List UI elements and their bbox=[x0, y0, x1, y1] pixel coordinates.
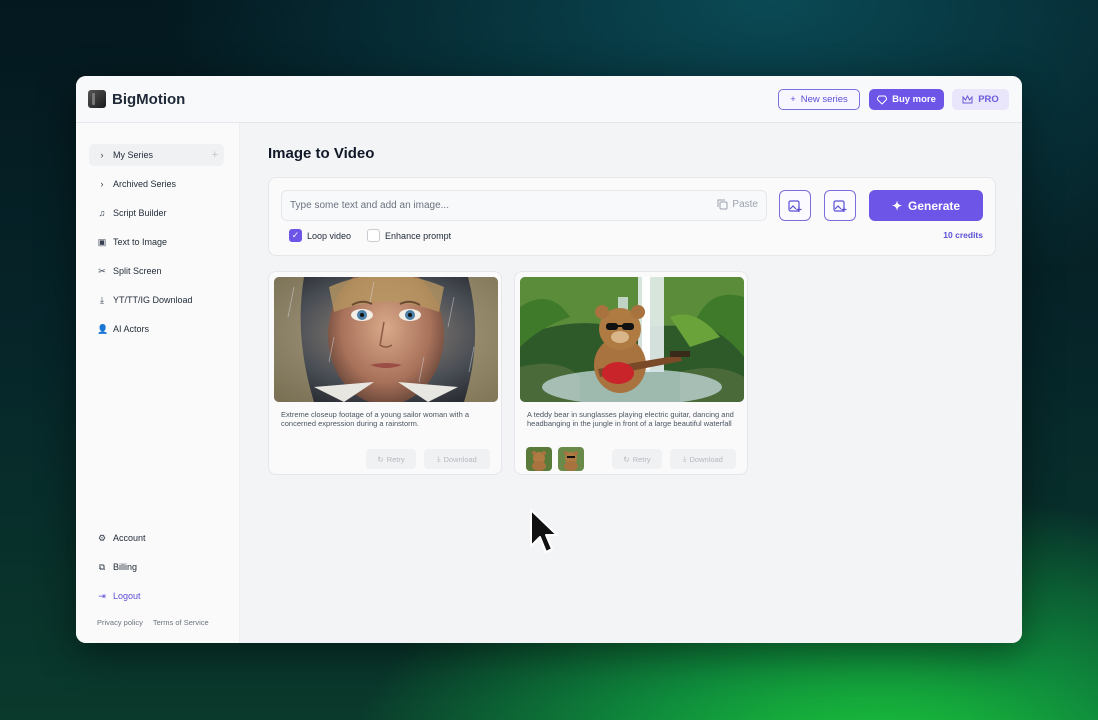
terms-of-service-link[interactable]: Terms of Service bbox=[153, 618, 209, 627]
download-icon: ⤓ bbox=[437, 454, 441, 463]
script-icon: ♫ bbox=[98, 208, 106, 218]
sidebar-item-label: AI Actors bbox=[113, 324, 150, 334]
add-start-image-button[interactable] bbox=[779, 190, 811, 221]
sidebar-item-split-screen[interactable]: ✂ Split Screen bbox=[89, 260, 224, 282]
generate-label: Generate bbox=[908, 198, 961, 213]
sidebar-item-label: Text to Image bbox=[113, 237, 168, 247]
main-content: Image to Video Paste ✦ Generate bbox=[241, 123, 1022, 643]
privacy-policy-link[interactable]: Privacy policy bbox=[97, 618, 143, 627]
generate-button[interactable]: ✦ Generate bbox=[869, 190, 983, 221]
chevron-right-icon: › bbox=[100, 179, 104, 189]
refresh-icon: ↻ bbox=[377, 454, 384, 464]
video-card: Extreme closeup footage of a young sailo… bbox=[268, 271, 502, 475]
sidebar-item-label: Script Builder bbox=[113, 208, 167, 218]
scissors-icon: ✂ bbox=[98, 265, 106, 276]
enhance-prompt-checkbox[interactable]: Enhance prompt bbox=[367, 229, 451, 242]
sparkle-icon: ✦ bbox=[891, 198, 903, 213]
user-plus-icon: 👤 bbox=[97, 323, 109, 334]
sidebar-item-label: Billing bbox=[113, 562, 138, 572]
teddy-bear-image bbox=[520, 277, 744, 402]
retry-button[interactable]: ↻ Retry bbox=[366, 449, 416, 469]
chevron-right-icon: › bbox=[100, 150, 104, 160]
loop-video-checkbox[interactable]: ✓ Loop video bbox=[289, 229, 351, 242]
sidebar-item-archived-series[interactable]: › Archived Series bbox=[89, 173, 224, 195]
sidebar-item-label: My Series bbox=[113, 150, 154, 160]
buy-more-button[interactable]: Buy more bbox=[869, 89, 944, 110]
download-label: Download bbox=[689, 454, 723, 464]
download-icon: ⤓ bbox=[100, 294, 104, 305]
download-button[interactable]: ⤓ Download bbox=[424, 449, 490, 469]
source-image-thumbnail[interactable] bbox=[526, 447, 552, 471]
sidebar-item-label: Split Screen bbox=[113, 266, 162, 276]
paste-button[interactable]: Paste bbox=[717, 199, 758, 210]
credits-count: 10 credits bbox=[943, 230, 983, 240]
retry-button[interactable]: ↻ Retry bbox=[612, 449, 662, 469]
video-thumbnail[interactable] bbox=[274, 277, 498, 402]
sidebar-item-my-series[interactable]: › My Series + bbox=[89, 144, 224, 166]
new-series-label: New series bbox=[800, 94, 848, 105]
logo[interactable]: BigMotion bbox=[88, 90, 185, 108]
sailor-woman-image bbox=[274, 277, 498, 402]
download-icon: ⤓ bbox=[683, 454, 687, 463]
checkbox-unchecked[interactable] bbox=[367, 229, 381, 242]
sidebar-item-billing[interactable]: ⧉ Billing bbox=[89, 556, 224, 578]
add-series-icon[interactable]: + bbox=[212, 149, 218, 161]
page-title: Image to Video bbox=[268, 145, 375, 162]
loop-video-label: Loop video bbox=[307, 230, 352, 241]
retry-label: Retry bbox=[386, 454, 405, 464]
diamond-icon bbox=[877, 95, 888, 105]
sidebar: › My Series + › Archived Series ♫ Script… bbox=[76, 123, 240, 643]
sidebar-item-logout[interactable]: ⇥ Logout bbox=[89, 585, 224, 607]
sidebar-item-download[interactable]: ⤓ YT/TT/IG Download bbox=[89, 289, 224, 311]
video-thumbnail[interactable] bbox=[520, 277, 744, 402]
pro-button[interactable]: PRO bbox=[952, 89, 1009, 110]
download-button[interactable]: ⤓ Download bbox=[670, 449, 736, 469]
logout-icon: ⇥ bbox=[98, 590, 106, 601]
billing-icon: ⧉ bbox=[98, 561, 106, 572]
sidebar-item-label: YT/TT/IG Download bbox=[113, 295, 193, 305]
image-icon: ▣ bbox=[97, 236, 107, 247]
video-caption: Extreme closeup footage of a young sailo… bbox=[281, 410, 470, 429]
prompt-input[interactable] bbox=[290, 200, 700, 211]
buy-more-label: Buy more bbox=[892, 94, 936, 105]
app-name: BigMotion bbox=[112, 90, 186, 108]
enhance-prompt-label: Enhance prompt bbox=[385, 230, 452, 241]
sidebar-item-text-to-image[interactable]: ▣ Text to Image bbox=[89, 231, 224, 253]
video-caption: A teddy bear in sunglasses playing elect… bbox=[527, 410, 734, 429]
teddy-bear-thumb bbox=[526, 447, 552, 471]
mouse-cursor-icon bbox=[530, 509, 558, 553]
crown-icon bbox=[962, 95, 973, 104]
sidebar-item-script-builder[interactable]: ♫ Script Builder bbox=[89, 202, 224, 224]
logo-icon bbox=[88, 90, 106, 108]
video-card: A teddy bear in sunglasses playing elect… bbox=[514, 271, 748, 475]
sidebar-item-account[interactable]: ⚙ Account bbox=[89, 527, 224, 549]
image-add-icon bbox=[788, 199, 802, 212]
sidebar-item-label: Archived Series bbox=[113, 179, 177, 189]
add-end-image-button[interactable] bbox=[824, 190, 856, 221]
new-series-button[interactable]: + New series bbox=[778, 89, 860, 110]
teddy-bear-thumb bbox=[558, 447, 584, 471]
footer-links: Privacy policy Terms of Service bbox=[97, 618, 209, 627]
checkbox-checked[interactable]: ✓ bbox=[289, 229, 302, 242]
sidebar-item-label: Account bbox=[113, 533, 146, 543]
prompt-field[interactable]: Paste bbox=[281, 190, 767, 221]
prompt-card: Paste ✦ Generate ✓ Loop video E bbox=[268, 177, 996, 256]
download-label: Download bbox=[443, 454, 477, 464]
refresh-icon: ↻ bbox=[623, 454, 630, 464]
retry-label: Retry bbox=[632, 454, 651, 464]
gear-icon: ⚙ bbox=[97, 532, 107, 543]
pro-label: PRO bbox=[978, 94, 999, 105]
copy-icon bbox=[717, 199, 728, 210]
paste-label: Paste bbox=[732, 199, 758, 210]
plus-icon: + bbox=[790, 94, 796, 105]
app-window: BigMotion + New series Buy more PRO › My… bbox=[76, 76, 1022, 643]
sidebar-item-ai-actors[interactable]: 👤 AI Actors bbox=[89, 318, 224, 340]
sidebar-item-label: Logout bbox=[113, 591, 141, 601]
image-add-icon bbox=[833, 199, 847, 212]
source-image-thumbnail[interactable] bbox=[558, 447, 584, 471]
options-row: ✓ Loop video Enhance prompt bbox=[289, 229, 451, 242]
top-bar: BigMotion + New series Buy more PRO bbox=[76, 76, 1022, 123]
